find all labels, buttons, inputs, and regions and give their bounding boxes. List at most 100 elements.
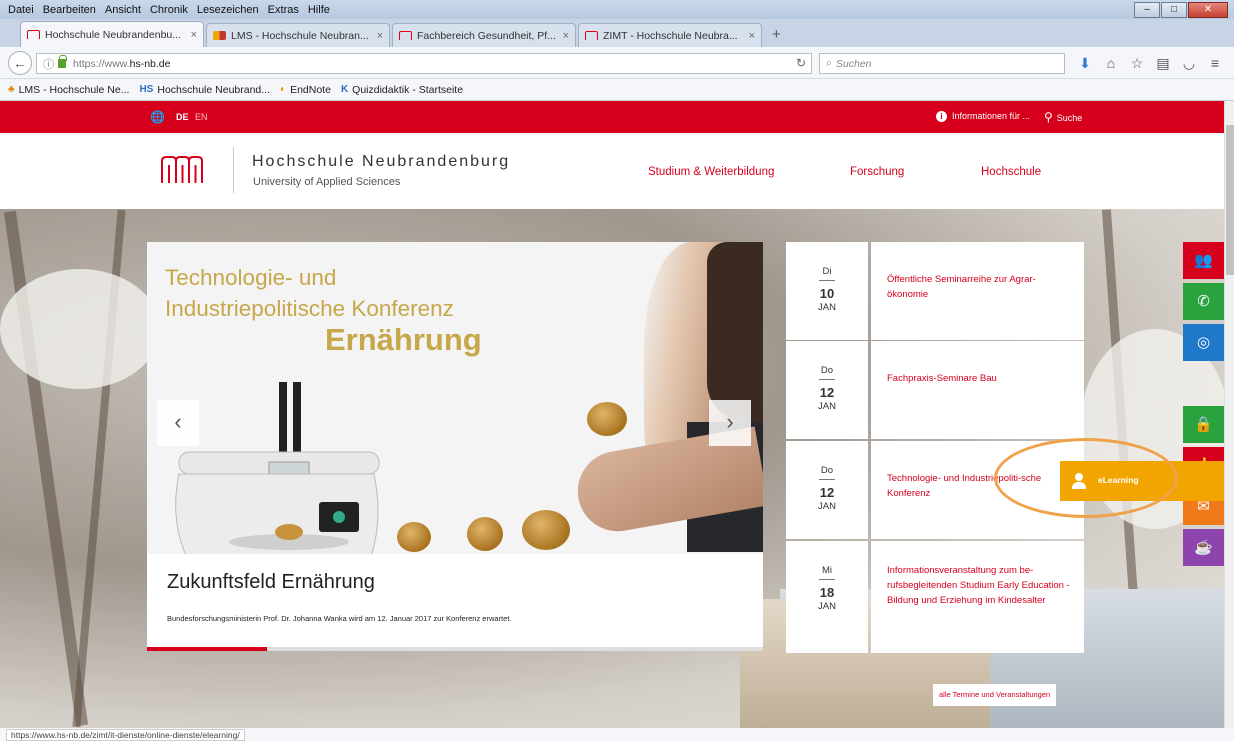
slider-progress-active — [147, 647, 267, 651]
all-events-link[interactable]: alle Termine und Veranstaltungen — [933, 684, 1057, 706]
close-tab-icon[interactable]: × — [749, 30, 755, 42]
close-tab-icon[interactable]: × — [191, 29, 197, 41]
search-field[interactable]: ⌕ Suchen — [819, 53, 1065, 74]
event-title[interactable]: Fachpraxis-Seminare Bau — [871, 341, 1084, 439]
date-divider — [819, 479, 835, 480]
bookmark-label: EndNote — [290, 83, 331, 96]
event-item[interactable]: Mi 18 JAN Informationsveranstaltung zum … — [786, 541, 1084, 653]
info-icon: i — [936, 111, 947, 122]
nav-forschung[interactable]: Forschung — [850, 166, 904, 178]
food-nest-image — [522, 510, 570, 550]
tab-lms[interactable]: LMS - Hochschule Neubran... × — [206, 23, 390, 47]
bookmark-quizdidaktik[interactable]: K Quizdidaktik - Startseite — [341, 84, 463, 96]
menu-ansicht[interactable]: Ansicht — [105, 4, 141, 16]
library-icon[interactable]: ▤ — [1150, 55, 1176, 72]
search-icon: ⌕ — [826, 57, 832, 69]
brand-name[interactable]: Hochschule Neubrandenburg — [252, 153, 510, 171]
slide-description: Bundesforschungsministerin Prof. Dr. Joh… — [167, 614, 512, 623]
bookmark-hochschule[interactable]: HS Hochschule Neubrand... — [139, 84, 270, 96]
hs-icon: HS — [139, 84, 154, 95]
slide-caption: Zukunftsfeld Ernährung Bundesforschungsm… — [147, 554, 763, 651]
bookmark-star-icon[interactable]: ☆ — [1124, 55, 1150, 72]
slide-headline-line3: Ernährung — [325, 322, 482, 357]
menu-chronik[interactable]: Chronik — [150, 4, 188, 16]
menu-extras[interactable]: Extras — [268, 4, 299, 16]
bookmark-lms[interactable]: ♣ LMS - Hochschule Ne... — [8, 84, 129, 96]
event-title[interactable]: Öffentliche Seminarreihe zur Agrar-ökono… — [871, 242, 1084, 340]
event-item[interactable]: Do 12 JAN Fachpraxis-Seminare Bau — [786, 341, 1084, 439]
maximize-button[interactable]: □ — [1161, 2, 1187, 18]
snowy-branches — [0, 269, 160, 389]
minimize-button[interactable]: – — [1134, 2, 1160, 18]
coffee-icon[interactable]: ☕ — [1183, 529, 1224, 566]
menu-hilfe[interactable]: Hilfe — [308, 4, 330, 16]
bookmark-label: LMS - Hochschule Ne... — [18, 83, 130, 96]
close-tab-icon[interactable]: × — [563, 30, 569, 42]
tab-strip: Hochschule Neubrandenbu... × LMS - Hochs… — [0, 19, 1234, 47]
toolbar-icons: ⬇ ⌂ ☆ ▤ ◡ ≡ — [1072, 55, 1228, 72]
nav-hochschule[interactable]: Hochschule — [981, 166, 1041, 178]
scrollbar-thumb[interactable] — [1226, 125, 1234, 275]
food-printer-image — [175, 382, 380, 563]
slide-headline-line1: Technologie- und — [165, 265, 337, 290]
language-de-link[interactable]: DE — [176, 112, 189, 122]
hsnb-logo-icon[interactable] — [160, 155, 204, 185]
menu-datei[interactable]: Datei — [8, 4, 34, 16]
event-day: 12 — [819, 385, 835, 400]
lms-icon: ♣ — [8, 84, 15, 95]
tab-zimt[interactable]: ZIMT - Hochschule Neubra... × — [578, 23, 762, 47]
event-date: Mi 18 JAN — [786, 541, 868, 653]
endnote-icon: ◐ — [280, 84, 287, 95]
slide-title[interactable]: Zukunftsfeld Ernährung — [167, 571, 375, 594]
address-bar[interactable]: ⓘ https://www. hs-nb.de — [36, 53, 812, 74]
website-content: 🌐 DE EN i Informationen für ... ⚲ Suche Ho… — [0, 101, 1224, 728]
event-month: JAN — [818, 401, 836, 412]
bookmark-endnote[interactable]: ◐ EndNote — [280, 84, 331, 96]
status-url: https://www.hs-nb.de/zimt/it-dienste/onl… — [6, 729, 245, 741]
site-search-label: Suche — [1056, 113, 1083, 123]
url-prefix: https://www. — [73, 57, 130, 70]
tab-hochschule[interactable]: Hochschule Neubrandenbu... × — [20, 21, 204, 47]
event-day: 18 — [819, 585, 835, 600]
reload-icon[interactable]: ↻ — [796, 56, 806, 70]
close-tab-icon[interactable]: × — [377, 30, 383, 42]
date-divider — [819, 280, 835, 281]
date-divider — [819, 579, 835, 580]
slider-progress[interactable] — [147, 647, 763, 651]
event-item[interactable]: Di 10 JAN Öffentliche Seminarreihe zur A… — [786, 242, 1084, 340]
pocket-icon[interactable]: ◡ — [1176, 55, 1202, 72]
back-button[interactable]: ← — [8, 51, 32, 75]
lock-icon[interactable]: 🔒 — [1183, 406, 1224, 443]
slider-next-button[interactable]: › — [709, 400, 751, 446]
nav-studium[interactable]: Studium & Weiterbildung — [648, 166, 774, 178]
whatsapp-icon[interactable]: ✆ — [1183, 283, 1224, 320]
site-info-icon[interactable]: ⓘ — [43, 56, 54, 72]
menu-lesezeichen[interactable]: Lesezeichen — [197, 4, 259, 16]
menu-icon[interactable]: ≡ — [1202, 55, 1228, 72]
info-for-link[interactable]: i Informationen für ... — [936, 111, 1030, 122]
event-title[interactable]: Informationsveranstaltung zum be-rufsbeg… — [871, 541, 1084, 653]
menu-bar: Datei Bearbeiten Ansicht Chronik Lesezei… — [0, 0, 1234, 19]
download-icon[interactable]: ⬇ — [1072, 55, 1098, 72]
slider-prev-button[interactable]: ‹ — [157, 400, 199, 446]
event-month: JAN — [818, 601, 836, 612]
tab-label: Fachbereich Gesundheit, Pf... — [417, 29, 556, 42]
new-tab-button[interactable]: + — [764, 26, 789, 47]
event-day: 10 — [819, 286, 835, 301]
globe-icon: 🌐 — [150, 110, 165, 124]
event-weekday: Do — [820, 465, 834, 476]
menu-bearbeiten[interactable]: Bearbeiten — [43, 4, 96, 16]
hero-slider[interactable]: Technologie- und Industriepolitische Kon… — [147, 242, 763, 651]
tab-label: LMS - Hochschule Neubran... — [231, 29, 369, 42]
site-search-link[interactable]: ⚲ Suche — [1044, 110, 1082, 124]
group-icon[interactable]: 👥 — [1183, 242, 1224, 279]
language-en-link[interactable]: EN — [195, 112, 208, 122]
home-icon[interactable]: ⌂ — [1098, 55, 1124, 72]
bookmark-label: Quizdidaktik - Startseite — [352, 83, 464, 96]
tab-fachbereich[interactable]: Fachbereich Gesundheit, Pf... × — [392, 23, 576, 47]
compass-icon[interactable]: ◎ — [1183, 324, 1224, 361]
event-date: Di 10 JAN — [786, 242, 868, 340]
close-window-button[interactable]: ✕ — [1188, 2, 1228, 18]
page-scrollbar[interactable] — [1224, 101, 1234, 728]
date-divider — [819, 379, 835, 380]
